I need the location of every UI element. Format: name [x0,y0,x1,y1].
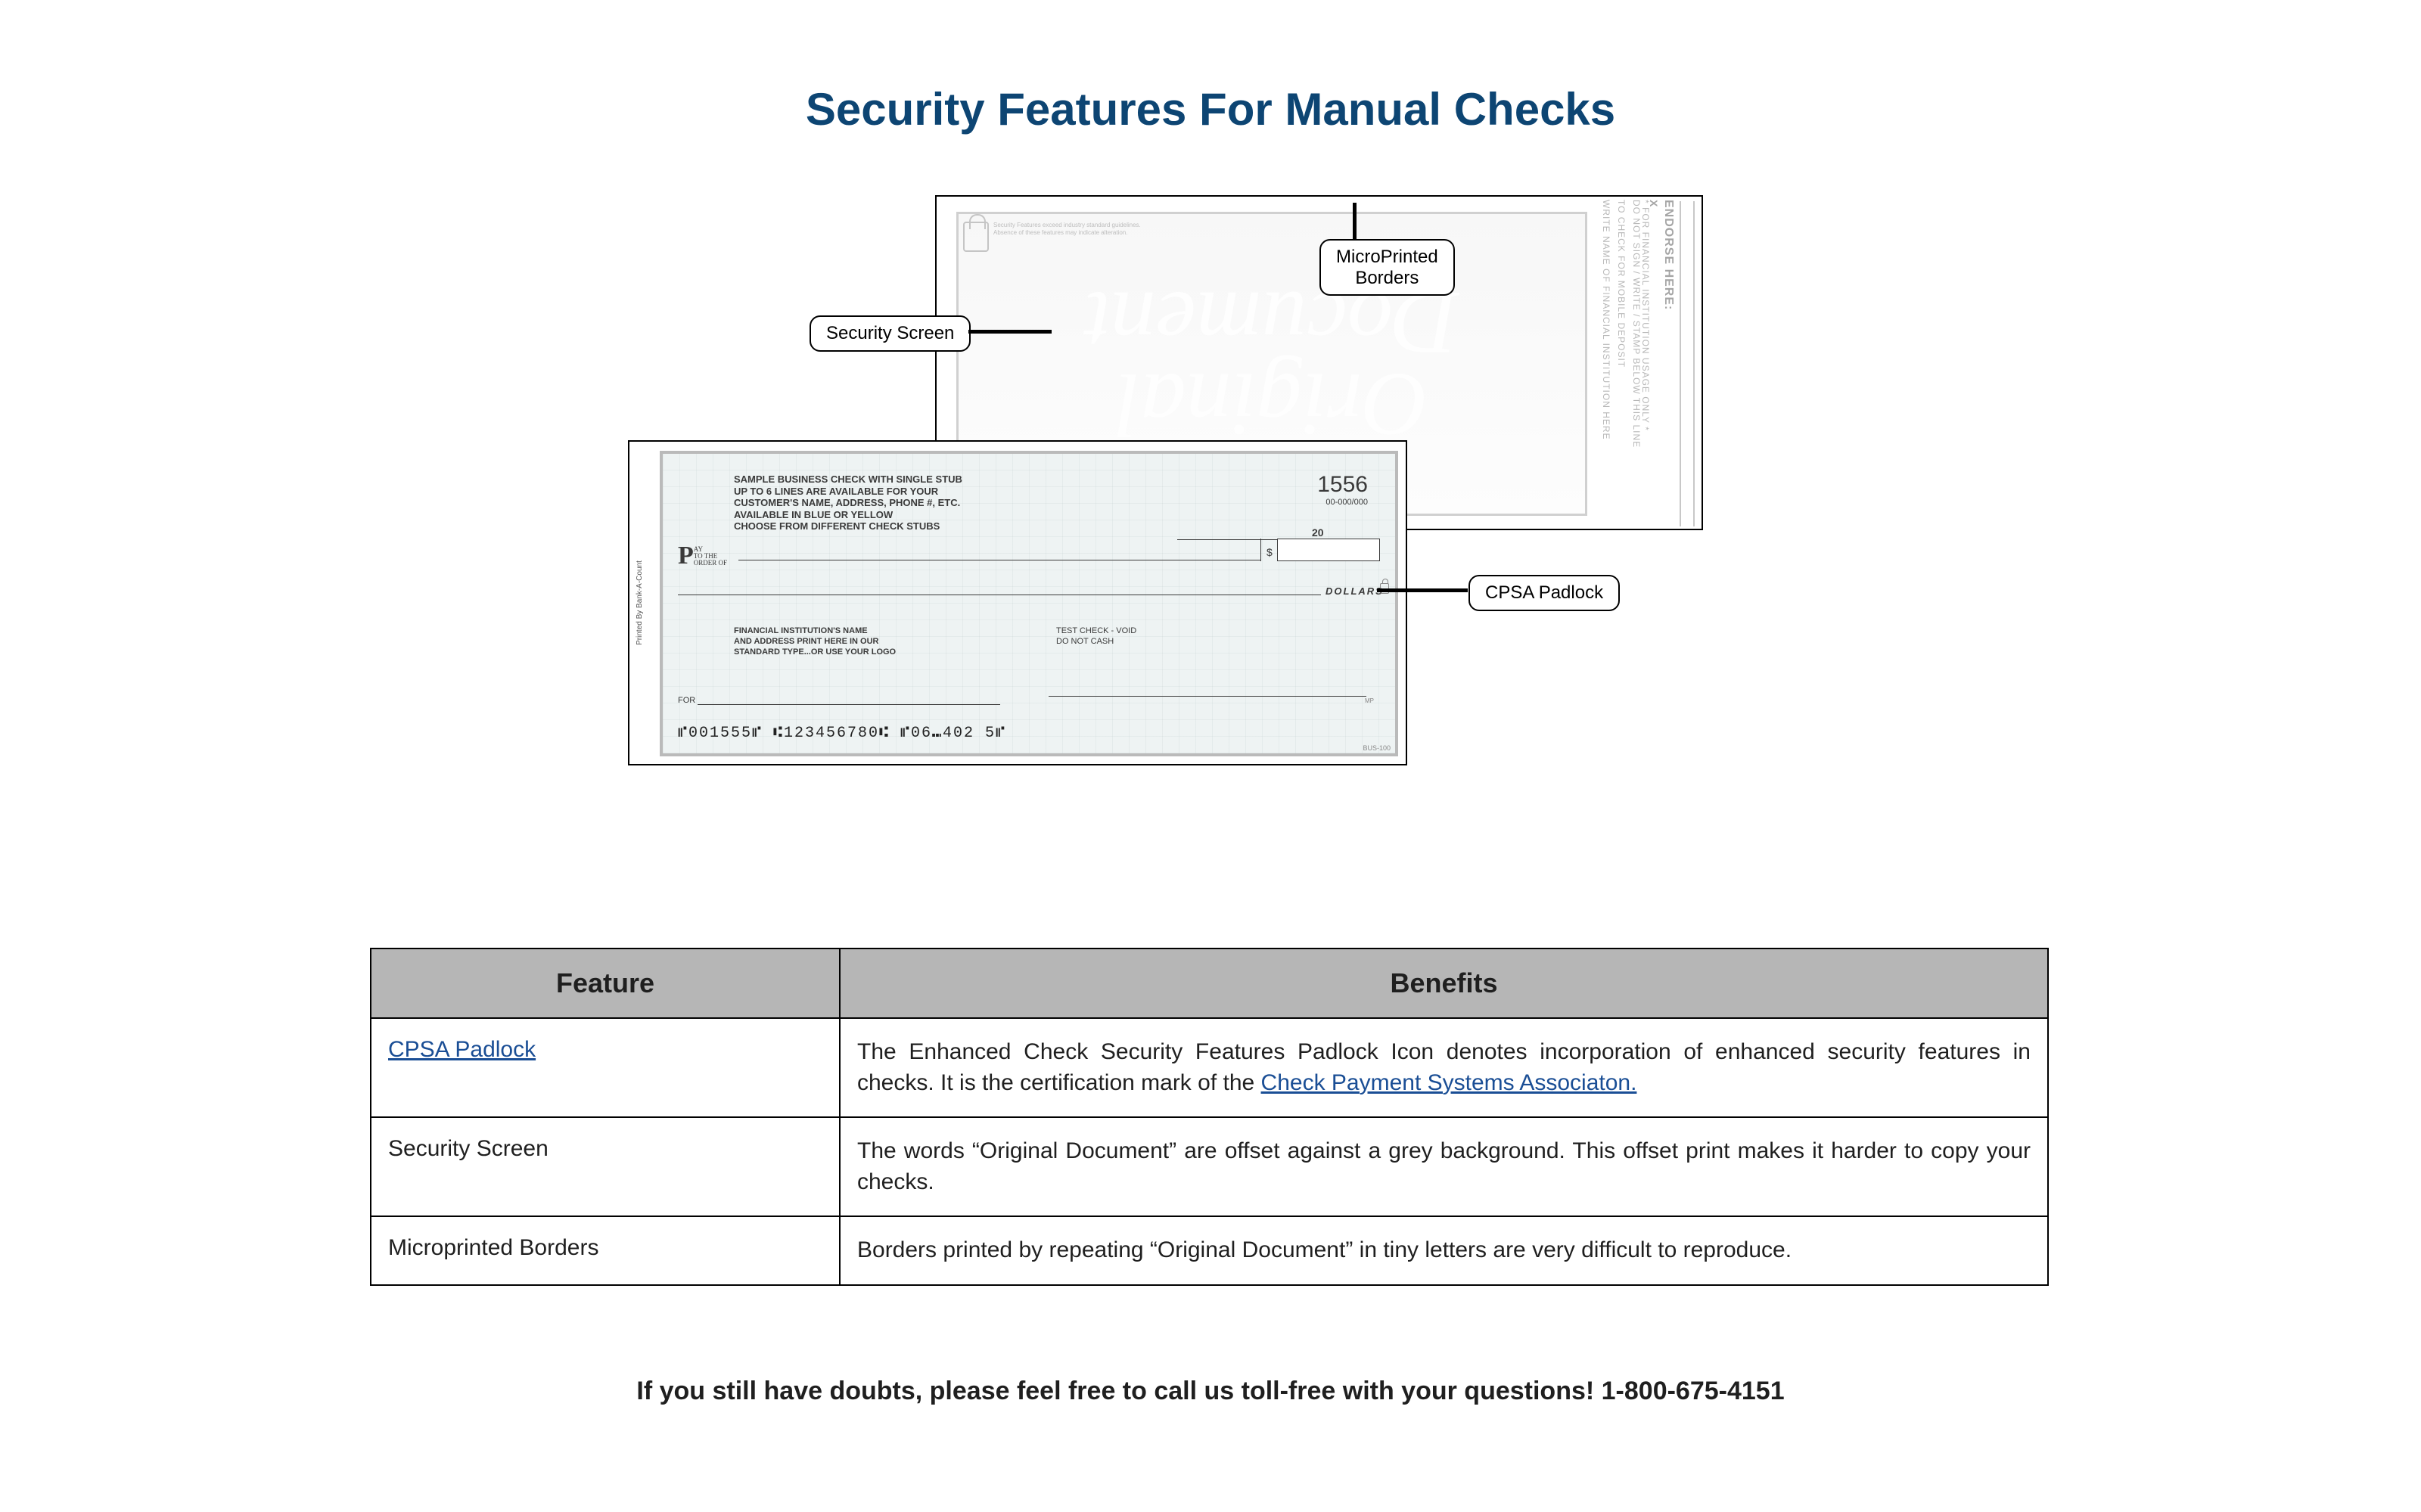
footer-note: If you still have doubts, please feel fr… [0,1377,2421,1406]
watermark: Original Document [1085,282,1458,446]
sample-line: UP TO 6 LINES ARE AVAILABLE FOR YOUR [734,486,1112,498]
benefit-cell-cpsa: The Enhanced Check Security Features Pad… [840,1018,2048,1117]
callout-microprinted-borders: MicroPrinted Borders [1319,239,1455,296]
sample-line: AVAILABLE IN BLUE OR YELLOW [734,509,1112,521]
check-number-sub: 00-000/000 [1317,498,1368,507]
signature-line [1049,696,1366,697]
cpsa-association-link[interactable]: Check Payment Systems Associaton. [1261,1070,1637,1095]
benefit-cell-microprinted: Borders printed by repeating “Original D… [840,1216,2048,1285]
check-number: 1556 00-000/000 [1317,472,1368,507]
feature-cell-security-screen: Security Screen [371,1117,840,1216]
back-text-x: X [1648,200,1660,528]
benefit-cell-security-screen: The words “Original Document” are offset… [840,1117,2048,1216]
pay-small: AY TO THE ORDER OF [694,546,727,567]
fin-line: STANDARD TYPE...OR USE YOUR LOGO [734,647,896,658]
leader-microprinted-borders [1353,203,1357,241]
feature-cell-cpsa: CPSA Padlock [371,1018,840,1117]
test-void-label: TEST CHECK - VOID DO NOT CASH [1056,626,1136,647]
date-twenty: 20 [1312,526,1324,539]
leader-security-screen [968,330,1052,334]
callout-security-screen: Security Screen [810,315,971,352]
back-text-institution: WRITE NAME OF FINANCIAL INSTITUTION HERE [1601,200,1611,528]
feature-cell-microprinted: Microprinted Borders [371,1216,840,1285]
sample-line: CHOOSE FROM DIFFERENT CHECK STUBS [734,520,1112,532]
table-row: Security Screen The words “Original Docu… [371,1117,2048,1216]
financial-institution-block: FINANCIAL INSTITUTION'S NAME AND ADDRESS… [734,626,896,657]
dollars-label: DOLLARS [1325,585,1384,597]
header-benefits: Benefits [840,948,2048,1018]
table-row: CPSA Padlock The Enhanced Check Security… [371,1018,2048,1117]
cpsa-padlock-link[interactable]: CPSA Padlock [388,1037,536,1062]
for-line: FOR [678,696,1000,705]
check-number-value: 1556 [1317,472,1368,498]
payee-vbar [1260,539,1261,561]
table-header-row: Feature Benefits [371,948,2048,1018]
endorse-line-2 [1693,201,1695,526]
amount-box [1277,539,1380,561]
leader-cpsa-padlock [1377,588,1468,592]
back-security-text: Security Features exceed industry standa… [993,222,1145,236]
check-front: Printed By Bank-A-Count SAMPLE BUSINESS … [628,440,1407,765]
printed-by-label: Printed By Bank-A-Count [636,560,644,645]
bus-label: BUS-100 [1363,744,1391,752]
dollar-sign: $ [1266,546,1273,558]
for-underline [698,704,1000,705]
mp-label: MP [1365,697,1374,704]
back-text-mobile: TO CHECK FOR MOBILE DEPOSIT [1616,200,1627,528]
sample-line: CUSTOMER'S NAME, ADDRESS, PHONE #, ETC. [734,497,1112,509]
back-text-endorse: ENDORSE HERE: [1661,200,1675,528]
features-table: Feature Benefits CPSA Padlock The Enhanc… [370,948,2049,1286]
endorse-line [1680,201,1681,526]
header-feature: Feature [371,948,840,1018]
table-row: Microprinted Borders Borders printed by … [371,1216,2048,1285]
callout-cpsa-padlock: CPSA Padlock [1468,575,1620,611]
for-label: FOR [678,696,695,705]
micr-line: ⑈001555⑈ ⑆123456780⑆ ⑈06⑉402 5⑈ [678,725,1006,742]
padlock-icon [963,222,989,252]
fin-line: FINANCIAL INSTITUTION'S NAME [734,626,896,637]
page-title: Security Features For Manual Checks [0,83,2421,135]
pay-big-p: P [678,542,694,570]
fin-line: AND ADDRESS PRINT HERE IN OUR [734,637,896,647]
sample-line: SAMPLE BUSINESS CHECK WITH SINGLE STUB [734,473,1112,486]
check-front-inner: SAMPLE BUSINESS CHECK WITH SINGLE STUB U… [660,451,1398,756]
pay-to-order: PAY TO THE ORDER OF [678,542,727,570]
sample-text-block: SAMPLE BUSINESS CHECK WITH SINGLE STUB U… [734,473,1112,532]
